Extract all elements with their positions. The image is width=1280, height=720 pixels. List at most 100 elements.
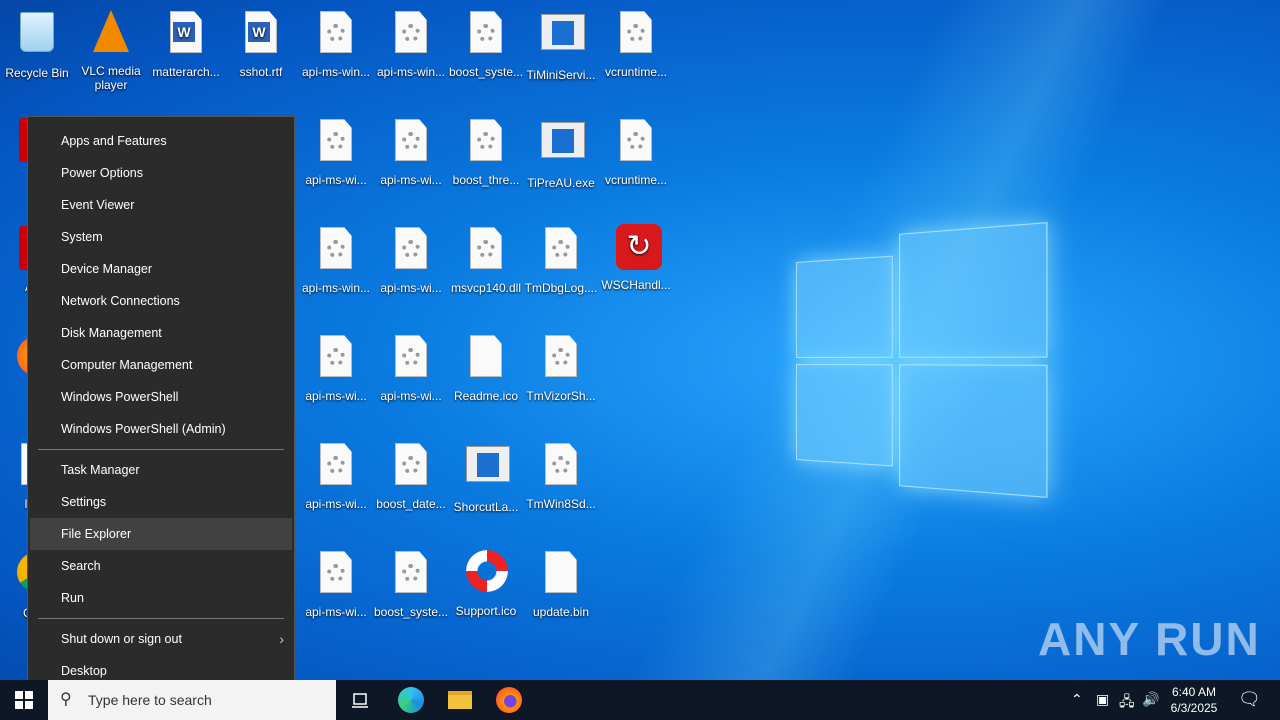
desktop-icon-label: WSCHandl... bbox=[601, 278, 671, 292]
desktop-icon[interactable]: api-ms-wi... bbox=[374, 116, 448, 187]
menu-item-label: Desktop bbox=[61, 664, 107, 678]
menu-item-power-options[interactable]: Power Options bbox=[28, 157, 294, 189]
desktop-icon-label: api-ms-wi... bbox=[305, 605, 367, 619]
firefox-taskbar-button[interactable] bbox=[485, 680, 533, 720]
desktop-icon[interactable]: Recycle Bin bbox=[0, 8, 74, 80]
desktop-icon[interactable]: msvcp140.dll bbox=[449, 224, 523, 295]
desktop-icon[interactable]: api-ms-wi... bbox=[299, 548, 373, 619]
desktop-icon[interactable]: Support.ico bbox=[449, 548, 523, 618]
show-hidden-icons-chevron[interactable]: ⌃ bbox=[1071, 691, 1083, 708]
menu-item-windows-powershell[interactable]: Windows PowerShell bbox=[28, 381, 294, 413]
desktop-icon[interactable]: update.bin bbox=[524, 548, 598, 619]
desktop-icon-label: api-ms-wi... bbox=[380, 173, 442, 187]
winapp-icon bbox=[541, 122, 585, 170]
menu-item-windows-powershell-admin[interactable]: Windows PowerShell (Admin) bbox=[28, 413, 294, 445]
windows-logo-wallpaper bbox=[796, 222, 1048, 498]
clock[interactable]: 6:40 AM 6/3/2025 bbox=[1166, 684, 1222, 716]
menu-item-search[interactable]: Search bbox=[28, 550, 294, 582]
clock-time: 6:40 AM bbox=[1171, 685, 1217, 699]
desktop-icon-label: Recycle Bin bbox=[5, 66, 69, 80]
edge-taskbar-button[interactable] bbox=[387, 680, 435, 720]
desktop-icon-label: boost_syste... bbox=[449, 65, 524, 79]
desktop-icon[interactable]: boost_syste... bbox=[374, 548, 448, 619]
menu-item-label: System bbox=[61, 230, 103, 244]
winx-context-menu: Apps and Features Power Options Event View… bbox=[27, 116, 295, 693]
desktop-icon[interactable]: TmVizorSh... bbox=[524, 332, 598, 403]
desktop-icon-label: boost_date... bbox=[376, 497, 446, 511]
desktop-icon[interactable]: boost_syste... bbox=[449, 8, 523, 79]
desktop-icon[interactable]: api-ms-win... bbox=[299, 8, 373, 79]
menu-item-run[interactable]: Run bbox=[28, 582, 294, 614]
menu-item-label: Windows PowerShell bbox=[61, 390, 179, 404]
start-button[interactable] bbox=[0, 680, 48, 720]
gear-icon bbox=[316, 11, 356, 59]
desktop-icon[interactable]: TmDbgLog.... bbox=[524, 224, 598, 295]
desktop-icon[interactable]: TmWin8Sd... bbox=[524, 440, 598, 511]
menu-item-network-connections[interactable]: Network Connections bbox=[28, 285, 294, 317]
action-center-icon[interactable]: 🗨 bbox=[1238, 689, 1261, 710]
menu-separator bbox=[38, 449, 284, 450]
volume-icon[interactable]: 🔊 bbox=[1142, 691, 1159, 708]
desktop-icon[interactable]: api-ms-wi... bbox=[299, 440, 373, 511]
desktop-icon-label: api-ms-win... bbox=[301, 281, 370, 295]
menu-item-label: Apps and Features bbox=[61, 134, 167, 148]
desktop-icon[interactable]: api-ms-wi... bbox=[299, 332, 373, 403]
task-view-icon bbox=[352, 693, 368, 708]
gear-icon bbox=[391, 551, 431, 599]
desktop-icon-label: boost_thre... bbox=[452, 173, 520, 187]
desktop-icon[interactable]: api-ms-wi... bbox=[374, 332, 448, 403]
desktop-icon-label: vcruntime... bbox=[604, 65, 667, 79]
menu-item-label: Windows PowerShell (Admin) bbox=[61, 422, 226, 436]
word-icon: W bbox=[241, 11, 281, 59]
desktop-icon[interactable]: TiPreAU.exe bbox=[524, 116, 598, 190]
search-placeholder: Type here to search bbox=[88, 692, 212, 708]
menu-item-label: Shut down or sign out bbox=[61, 632, 182, 646]
desktop-icon-label: api-ms-wi... bbox=[305, 389, 367, 403]
desktop-icon[interactable]: Readme.ico bbox=[449, 332, 523, 403]
desktop-icon[interactable]: vcruntime... bbox=[599, 8, 673, 79]
desktop-icon[interactable]: api-ms-win... bbox=[299, 224, 373, 295]
folder-icon bbox=[448, 691, 472, 709]
menu-item-settings[interactable]: Settings bbox=[28, 486, 294, 518]
desktop-icon[interactable]: boost_thre... bbox=[449, 116, 523, 187]
menu-item-apps-and-features[interactable]: Apps and Features bbox=[28, 125, 294, 157]
task-view-button[interactable] bbox=[336, 680, 384, 720]
menu-item-file-explorer[interactable]: File Explorer bbox=[30, 518, 292, 550]
menu-item-task-manager[interactable]: Task Manager bbox=[28, 454, 294, 486]
menu-item-event-viewer[interactable]: Event Viewer bbox=[28, 189, 294, 221]
desktop-icon[interactable]: Wsshot.rtf bbox=[224, 8, 298, 79]
gear-icon bbox=[541, 227, 581, 275]
network-icon[interactable]: 🖧 bbox=[1119, 691, 1135, 715]
desktop-icon-label: matterarch... bbox=[152, 65, 220, 79]
desktop-icon-label: update.bin bbox=[532, 605, 590, 619]
file-explorer-taskbar-button[interactable] bbox=[436, 680, 484, 720]
desktop-icon[interactable]: api-ms-wi... bbox=[374, 224, 448, 295]
winapp-icon bbox=[541, 14, 585, 62]
desktop-icon[interactable]: vcruntime... bbox=[599, 116, 673, 187]
menu-item-disk-management[interactable]: Disk Management bbox=[28, 317, 294, 349]
clock-date: 6/3/2025 bbox=[1170, 701, 1218, 715]
desktop-icon-label: TmDbgLog.... bbox=[524, 281, 598, 295]
menu-item-computer-management[interactable]: Computer Management bbox=[28, 349, 294, 381]
menu-item-system[interactable]: System bbox=[28, 221, 294, 253]
gear-icon bbox=[316, 119, 356, 167]
menu-item-label: Event Viewer bbox=[61, 198, 135, 212]
taskbar-search-box[interactable]: ⚲ Type here to search bbox=[48, 680, 336, 720]
desktop-icon[interactable]: api-ms-wi... bbox=[299, 116, 373, 187]
camera-tray-icon[interactable]: ▣ bbox=[1096, 691, 1109, 708]
desktop-icon-label: TiPreAU.exe bbox=[527, 176, 595, 190]
menu-item-label: Settings bbox=[61, 495, 107, 509]
desktop-icon-label: api-ms-wi... bbox=[380, 389, 442, 403]
word-icon: W bbox=[166, 11, 206, 59]
menu-item-device-manager[interactable]: Device Manager bbox=[28, 253, 294, 285]
desktop-icon[interactable]: VLC media player bbox=[74, 8, 148, 92]
taskbar: ⚲ Type here to search ⌃ ▣ 🖧 🔊 6:40 AM 6/… bbox=[0, 680, 1280, 720]
desktop-icon[interactable]: ShorcutLa... bbox=[449, 440, 523, 514]
desktop-icon[interactable]: ↻ WSCHandl... bbox=[599, 224, 673, 292]
desktop-icon[interactable]: TiMiniServi... bbox=[524, 8, 598, 82]
menu-item-shut-down-or-sign-out[interactable]: Shut down or sign out › bbox=[28, 623, 294, 655]
desktop-icon[interactable]: api-ms-win... bbox=[374, 8, 448, 79]
desktop-icon-label: Support.ico bbox=[455, 604, 517, 618]
desktop-icon[interactable]: Wmatterarch... bbox=[149, 8, 223, 79]
desktop-icon[interactable]: boost_date... bbox=[374, 440, 448, 511]
